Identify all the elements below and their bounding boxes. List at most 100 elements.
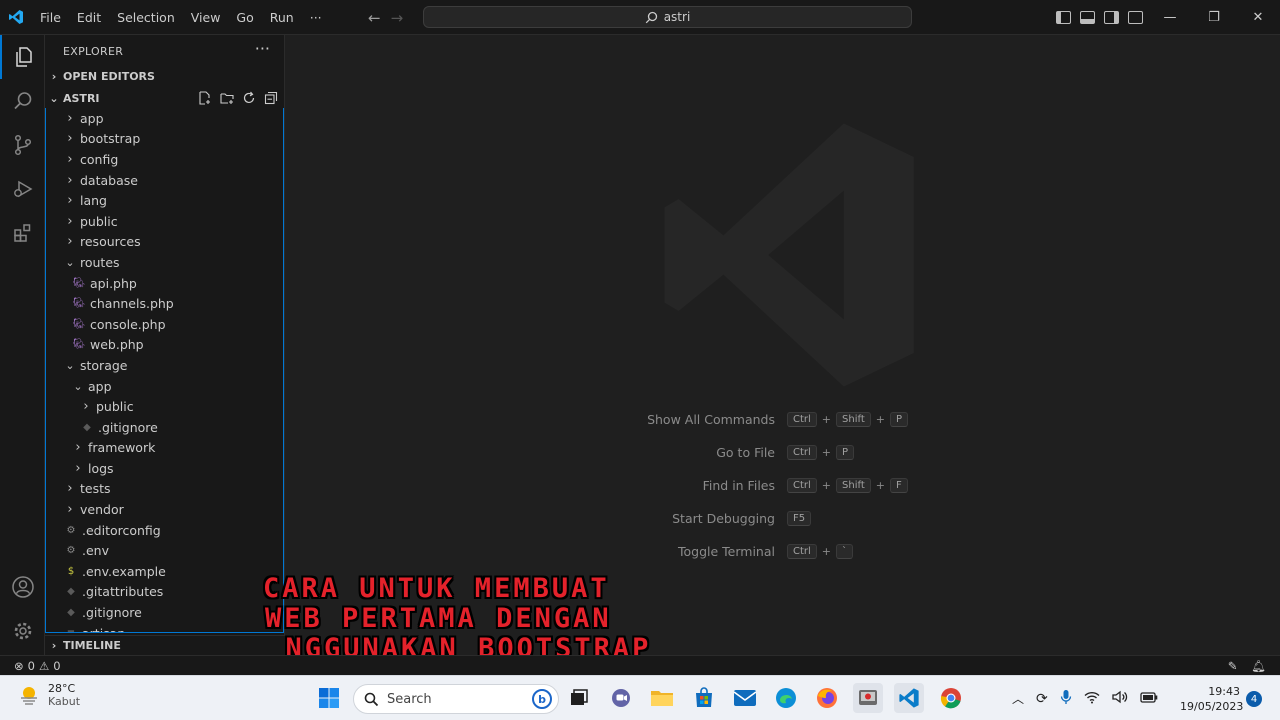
toggle-primary-sidebar-icon[interactable]	[1056, 11, 1071, 24]
toggle-panel-icon[interactable]	[1080, 11, 1095, 24]
microphone-icon[interactable]	[1060, 689, 1072, 708]
source-control-icon[interactable]	[0, 123, 45, 167]
timeline-section[interactable]: › TIMELINE	[45, 635, 285, 655]
folder-item[interactable]: › database	[46, 170, 283, 191]
folder-item[interactable]: › resources	[46, 232, 283, 253]
file-item[interactable]: 🐘︎ console.php	[46, 314, 283, 335]
chevron-right-icon: ›	[67, 131, 73, 147]
file-item[interactable]: ⚙ .editorconfig	[46, 520, 283, 541]
notification-count-badge[interactable]: 4	[1246, 691, 1262, 707]
menu-edit[interactable]: Edit	[69, 0, 109, 35]
feedback-icon[interactable]: ✎	[1228, 659, 1238, 673]
back-arrow-icon[interactable]: ←	[368, 9, 381, 27]
battery-icon[interactable]	[1140, 691, 1158, 706]
tree-item-label: .env	[82, 543, 109, 559]
shortcut-label: Show All Commands	[647, 412, 775, 427]
firefox-icon[interactable]	[812, 683, 842, 713]
folder-item[interactable]: ⌄ routes	[46, 252, 283, 273]
forward-arrow-icon[interactable]: →	[391, 9, 404, 27]
toggle-secondary-sidebar-icon[interactable]	[1104, 11, 1119, 24]
activity-bar	[0, 35, 45, 655]
file-icon: ≡	[64, 628, 78, 632]
tree-item-label: .env.example	[82, 563, 166, 579]
taskbar-clock[interactable]: 19:43 19/05/2023	[1180, 684, 1243, 714]
new-file-icon[interactable]	[197, 90, 213, 106]
caption-line-2: WEB PERTAMA DENGAN	[265, 603, 612, 634]
file-item[interactable]: 🐘︎ web.php	[46, 335, 283, 356]
run-and-debug-icon[interactable]	[0, 167, 45, 211]
menu-go[interactable]: Go	[228, 0, 261, 35]
file-item[interactable]: ◆ .gitignore	[46, 417, 283, 438]
close-button[interactable]: ✕	[1236, 0, 1280, 35]
chevron-right-icon: ›	[67, 151, 73, 167]
folder-item[interactable]: › tests	[46, 479, 283, 500]
chevron-right-icon: ›	[67, 172, 73, 188]
project-section[interactable]: ⌄ ASTRI	[45, 87, 285, 109]
taskbar-search-box[interactable]: Search b	[353, 684, 559, 714]
folder-item[interactable]: ⌄ storage	[46, 355, 283, 376]
folder-item[interactable]: › lang	[46, 190, 283, 211]
menu-run[interactable]: Run	[262, 0, 302, 35]
shortcut-row[interactable]: Start Debugging F5	[615, 502, 1015, 535]
shortcut-row[interactable]: Toggle Terminal Ctrl + `	[615, 535, 1015, 568]
window-controls: — ❐ ✕	[1148, 0, 1280, 35]
wifi-icon[interactable]	[1084, 691, 1100, 707]
explorer-icon[interactable]	[0, 35, 45, 79]
folder-item[interactable]: › public	[46, 396, 283, 417]
menu-more[interactable]: ···	[302, 0, 330, 35]
maximize-button[interactable]: ❐	[1192, 0, 1236, 35]
chrome-icon[interactable]	[936, 683, 966, 713]
file-tree: › app › bootstrap › config › database › lang › publ…	[45, 108, 284, 633]
extensions-icon[interactable]	[0, 211, 45, 255]
microsoft-store-icon[interactable]	[689, 683, 719, 713]
menu-selection[interactable]: Selection	[109, 0, 183, 35]
file-item[interactable]: ⚙ .env	[46, 540, 283, 561]
search-icon[interactable]	[0, 79, 45, 123]
settings-gear-icon[interactable]	[0, 609, 45, 653]
folder-item[interactable]: › config	[46, 149, 283, 170]
folder-item[interactable]: › app	[46, 108, 283, 129]
customize-layout-icon[interactable]	[1128, 11, 1143, 24]
folder-item[interactable]: ⌄ app	[46, 376, 283, 397]
file-explorer-icon[interactable]	[647, 683, 677, 713]
volume-icon[interactable]	[1112, 690, 1128, 707]
problems-status[interactable]: ⊗ 0 ⚠ 0	[0, 659, 61, 673]
show-hidden-icons-chevron-up-icon[interactable]: ︿	[1012, 690, 1024, 707]
shortcut-row[interactable]: Go to File Ctrl + P	[615, 436, 1015, 469]
menu-view[interactable]: View	[183, 0, 229, 35]
menu-file[interactable]: File	[32, 0, 69, 35]
folder-item[interactable]: › logs	[46, 458, 283, 479]
sidebar-more-button[interactable]: ···	[255, 39, 270, 58]
shortcut-row[interactable]: Find in Files Ctrl + Shift + F	[615, 469, 1015, 502]
refresh-icon[interactable]	[241, 90, 257, 106]
folder-item[interactable]: › bootstrap	[46, 129, 283, 150]
tree-item-label: routes	[80, 254, 120, 270]
vscode-taskbar-icon[interactable]	[894, 683, 924, 713]
new-folder-icon[interactable]	[219, 90, 235, 106]
teams-chat-icon[interactable]	[606, 683, 636, 713]
task-view-icon[interactable]	[564, 683, 594, 713]
collapse-all-icon[interactable]	[263, 90, 279, 106]
env-dollar-icon: $	[67, 565, 75, 577]
folder-item[interactable]: › framework	[46, 438, 283, 459]
mail-icon[interactable]	[730, 683, 760, 713]
keyboard-key: F	[889, 478, 908, 493]
folder-item[interactable]: › vendor	[46, 499, 283, 520]
notifications-bell-icon[interactable]: 🔔︎	[1251, 659, 1266, 673]
sync-icon[interactable]: ⟳	[1036, 691, 1048, 707]
folder-item[interactable]: › public	[46, 211, 283, 232]
file-item[interactable]: 🐘︎ api.php	[46, 273, 283, 294]
edge-browser-icon[interactable]	[771, 683, 801, 713]
accounts-icon[interactable]	[0, 565, 45, 609]
shortcut-row[interactable]: Show All Commands Ctrl + Shift + P	[615, 403, 1015, 436]
start-button-icon[interactable]	[314, 683, 344, 713]
keyboard-key: P	[836, 445, 855, 460]
minimize-button[interactable]: —	[1148, 0, 1192, 35]
tree-item-label: public	[80, 213, 118, 229]
xampp-icon[interactable]	[853, 683, 883, 713]
command-center-search[interactable]: astri	[423, 6, 912, 28]
file-item[interactable]: 🐘︎ channels.php	[46, 293, 283, 314]
tree-item-label: public	[96, 399, 134, 415]
open-editors-section[interactable]: › OPEN EDITORS	[45, 65, 285, 87]
weather-widget[interactable]: 28°C Kabut	[18, 682, 80, 708]
